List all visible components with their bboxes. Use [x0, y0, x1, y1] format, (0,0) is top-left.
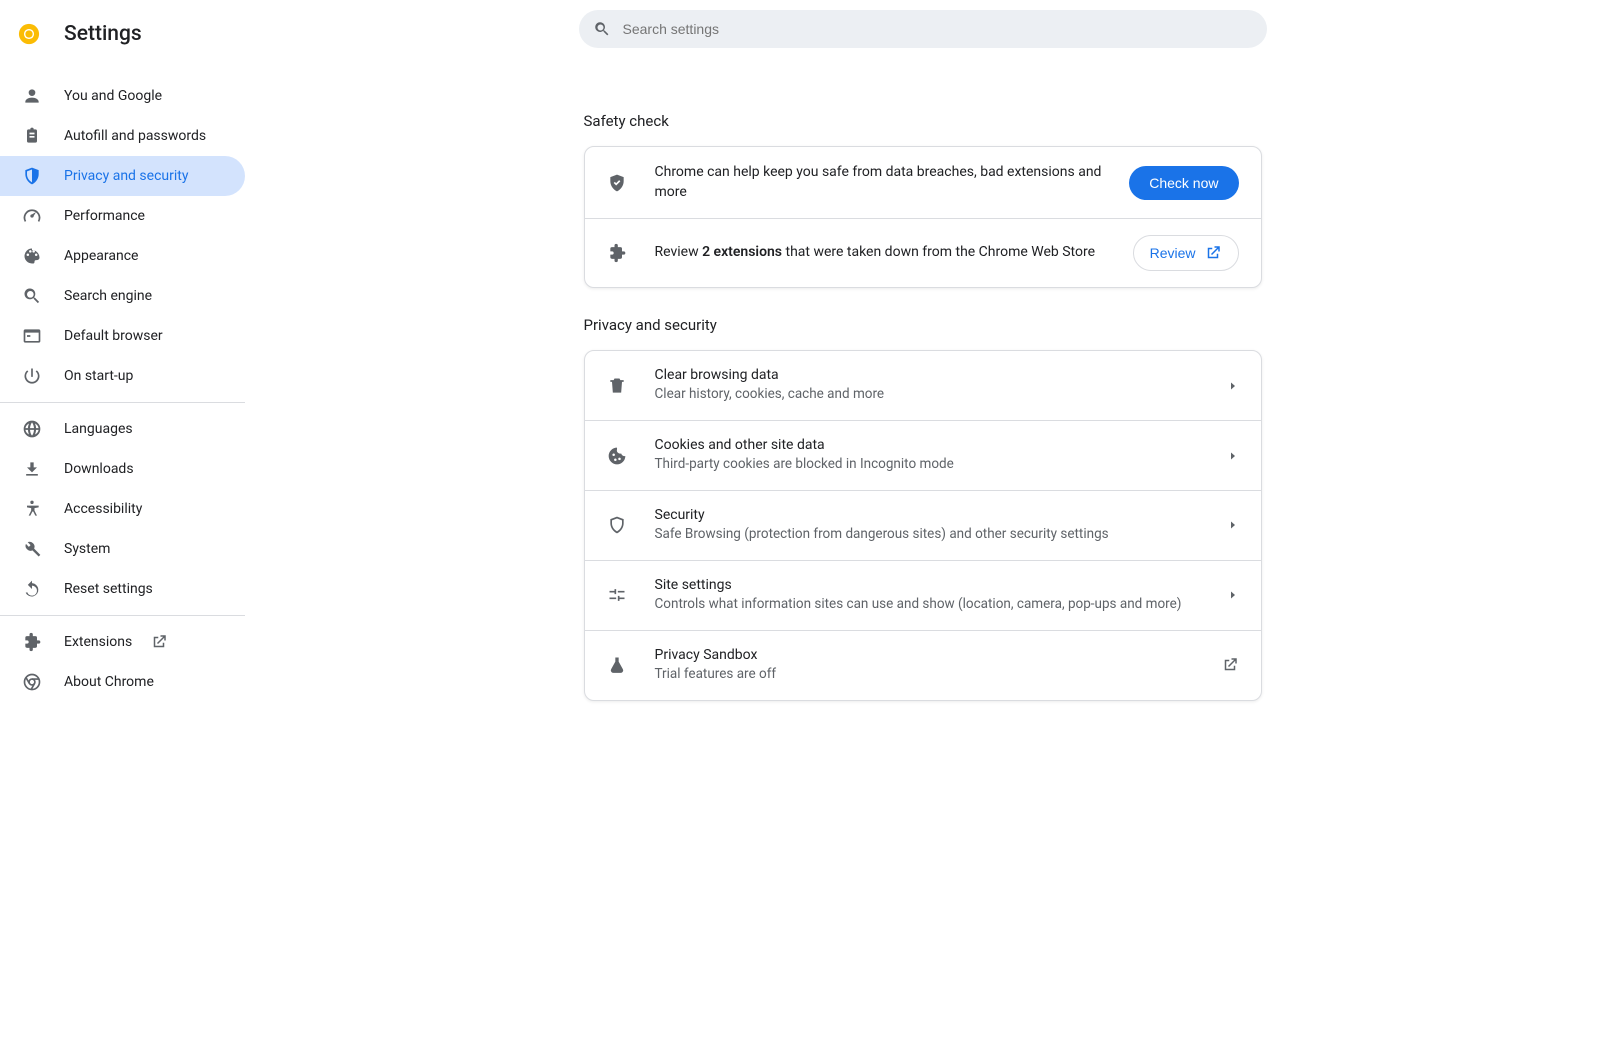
chrome-logo-icon — [18, 23, 40, 45]
review-extensions-row: Review 2 extensions that were taken down… — [585, 218, 1261, 287]
sidebar-item-label: Autofill and passwords — [64, 128, 206, 144]
person-icon — [22, 86, 42, 106]
reset-icon — [22, 579, 42, 599]
sidebar-item-label: Appearance — [64, 248, 138, 264]
clear-browsing-data-row[interactable]: Clear browsing data Clear history, cooki… — [585, 351, 1261, 420]
browser-icon — [22, 326, 42, 346]
section-title-privacy: Privacy and security — [584, 316, 1262, 334]
sidebar: Settings You and Google Autofill and pas… — [0, 0, 245, 1052]
privacy-card: Clear browsing data Clear history, cooki… — [584, 350, 1262, 700]
chevron-right-icon — [1227, 519, 1239, 531]
chrome-outline-icon — [22, 672, 42, 692]
sidebar-item-accessibility[interactable]: Accessibility — [0, 489, 245, 529]
sidebar-item-appearance[interactable]: Appearance — [0, 236, 245, 276]
sidebar-item-label: Performance — [64, 208, 145, 224]
sidebar-item-label: Privacy and security — [64, 168, 188, 184]
power-icon — [22, 366, 42, 386]
sidebar-item-privacy[interactable]: Privacy and security — [0, 156, 245, 196]
row-subtitle: Clear history, cookies, cache and more — [655, 385, 1215, 404]
sidebar-item-default-browser[interactable]: Default browser — [0, 316, 245, 356]
shield-icon — [22, 166, 42, 186]
review-button[interactable]: Review — [1133, 235, 1239, 271]
safety-check-row: Chrome can help keep you safe from data … — [585, 147, 1261, 218]
row-title: Security — [655, 507, 1215, 523]
sidebar-item-about[interactable]: About Chrome — [0, 662, 245, 702]
sidebar-item-label: Languages — [64, 421, 133, 437]
trash-icon — [607, 376, 627, 396]
row-subtitle: Third-party cookies are blocked in Incog… — [655, 455, 1215, 474]
sidebar-item-label: Downloads — [64, 461, 134, 477]
search-icon — [593, 20, 611, 38]
nav-group-1: You and Google Autofill and passwords Pr… — [0, 70, 245, 402]
chevron-right-icon — [1227, 380, 1239, 392]
open-in-new-icon — [150, 633, 168, 651]
sidebar-item-label: Default browser — [64, 328, 163, 344]
section-title-safety-check: Safety check — [584, 112, 1262, 130]
sidebar-item-you-and-google[interactable]: You and Google — [0, 76, 245, 116]
search-input[interactable] — [621, 20, 1253, 38]
site-settings-row[interactable]: Site settings Controls what information … — [585, 560, 1261, 630]
privacy-sandbox-row[interactable]: Privacy Sandbox Trial features are off — [585, 630, 1261, 700]
security-row[interactable]: Security Safe Browsing (protection from … — [585, 490, 1261, 560]
open-in-new-icon — [1204, 244, 1222, 262]
globe-icon — [22, 419, 42, 439]
cookies-row[interactable]: Cookies and other site data Third-party … — [585, 420, 1261, 490]
search-icon — [22, 286, 42, 306]
sidebar-item-search-engine[interactable]: Search engine — [0, 276, 245, 316]
row-subtitle: Safe Browsing (protection from dangerous… — [655, 525, 1215, 544]
nav-group-2: Languages Downloads Accessibility System… — [0, 403, 245, 615]
row-title: Clear browsing data — [655, 367, 1215, 383]
row-title: Site settings — [655, 577, 1215, 593]
clipboard-icon — [22, 126, 42, 146]
row-title: Cookies and other site data — [655, 437, 1215, 453]
shield-outline-icon — [607, 515, 627, 535]
nav-group-3: Extensions About Chrome — [0, 616, 245, 708]
sidebar-item-label: Reset settings — [64, 581, 153, 597]
tune-icon — [607, 585, 627, 605]
download-icon — [22, 459, 42, 479]
sidebar-item-label: You and Google — [64, 88, 162, 104]
open-in-new-icon — [1221, 656, 1239, 674]
sidebar-item-label: Extensions — [64, 634, 132, 650]
sidebar-item-downloads[interactable]: Downloads — [0, 449, 245, 489]
row-subtitle: Controls what information sites can use … — [655, 595, 1215, 614]
speedometer-icon — [22, 206, 42, 226]
sidebar-item-autofill[interactable]: Autofill and passwords — [0, 116, 245, 156]
page-title: Settings — [64, 22, 142, 46]
brand: Settings — [0, 14, 245, 54]
sidebar-item-languages[interactable]: Languages — [0, 409, 245, 449]
wrench-icon — [22, 539, 42, 559]
check-now-button[interactable]: Check now — [1129, 166, 1238, 200]
sidebar-item-label: On start-up — [64, 368, 133, 384]
sidebar-item-label: Search engine — [64, 288, 152, 304]
sidebar-item-label: Accessibility — [64, 501, 142, 517]
sidebar-item-label: About Chrome — [64, 674, 154, 690]
sidebar-item-label: System — [64, 541, 110, 557]
sidebar-item-extensions[interactable]: Extensions — [0, 622, 245, 662]
palette-icon — [22, 246, 42, 266]
review-extensions-text: Review 2 extensions that were taken down… — [655, 243, 1121, 263]
accessibility-icon — [22, 499, 42, 519]
flask-icon — [607, 655, 627, 675]
extension-icon — [607, 243, 627, 263]
sidebar-item-on-start-up[interactable]: On start-up — [0, 356, 245, 396]
sidebar-item-performance[interactable]: Performance — [0, 196, 245, 236]
row-subtitle: Trial features are off — [655, 665, 1209, 684]
cookie-icon — [607, 446, 627, 466]
sidebar-item-reset[interactable]: Reset settings — [0, 569, 245, 609]
safety-check-text: Chrome can help keep you safe from data … — [655, 163, 1118, 202]
row-title: Privacy Sandbox — [655, 647, 1209, 663]
review-button-label: Review — [1150, 245, 1196, 261]
extension-icon — [22, 632, 42, 652]
search-bar[interactable] — [579, 10, 1267, 48]
main-content: Safety check Chrome can help keep you sa… — [245, 0, 1600, 1052]
chevron-right-icon — [1227, 589, 1239, 601]
safety-check-card: Chrome can help keep you safe from data … — [584, 146, 1262, 288]
sidebar-item-system[interactable]: System — [0, 529, 245, 569]
chevron-right-icon — [1227, 450, 1239, 462]
shield-check-icon — [607, 173, 627, 193]
